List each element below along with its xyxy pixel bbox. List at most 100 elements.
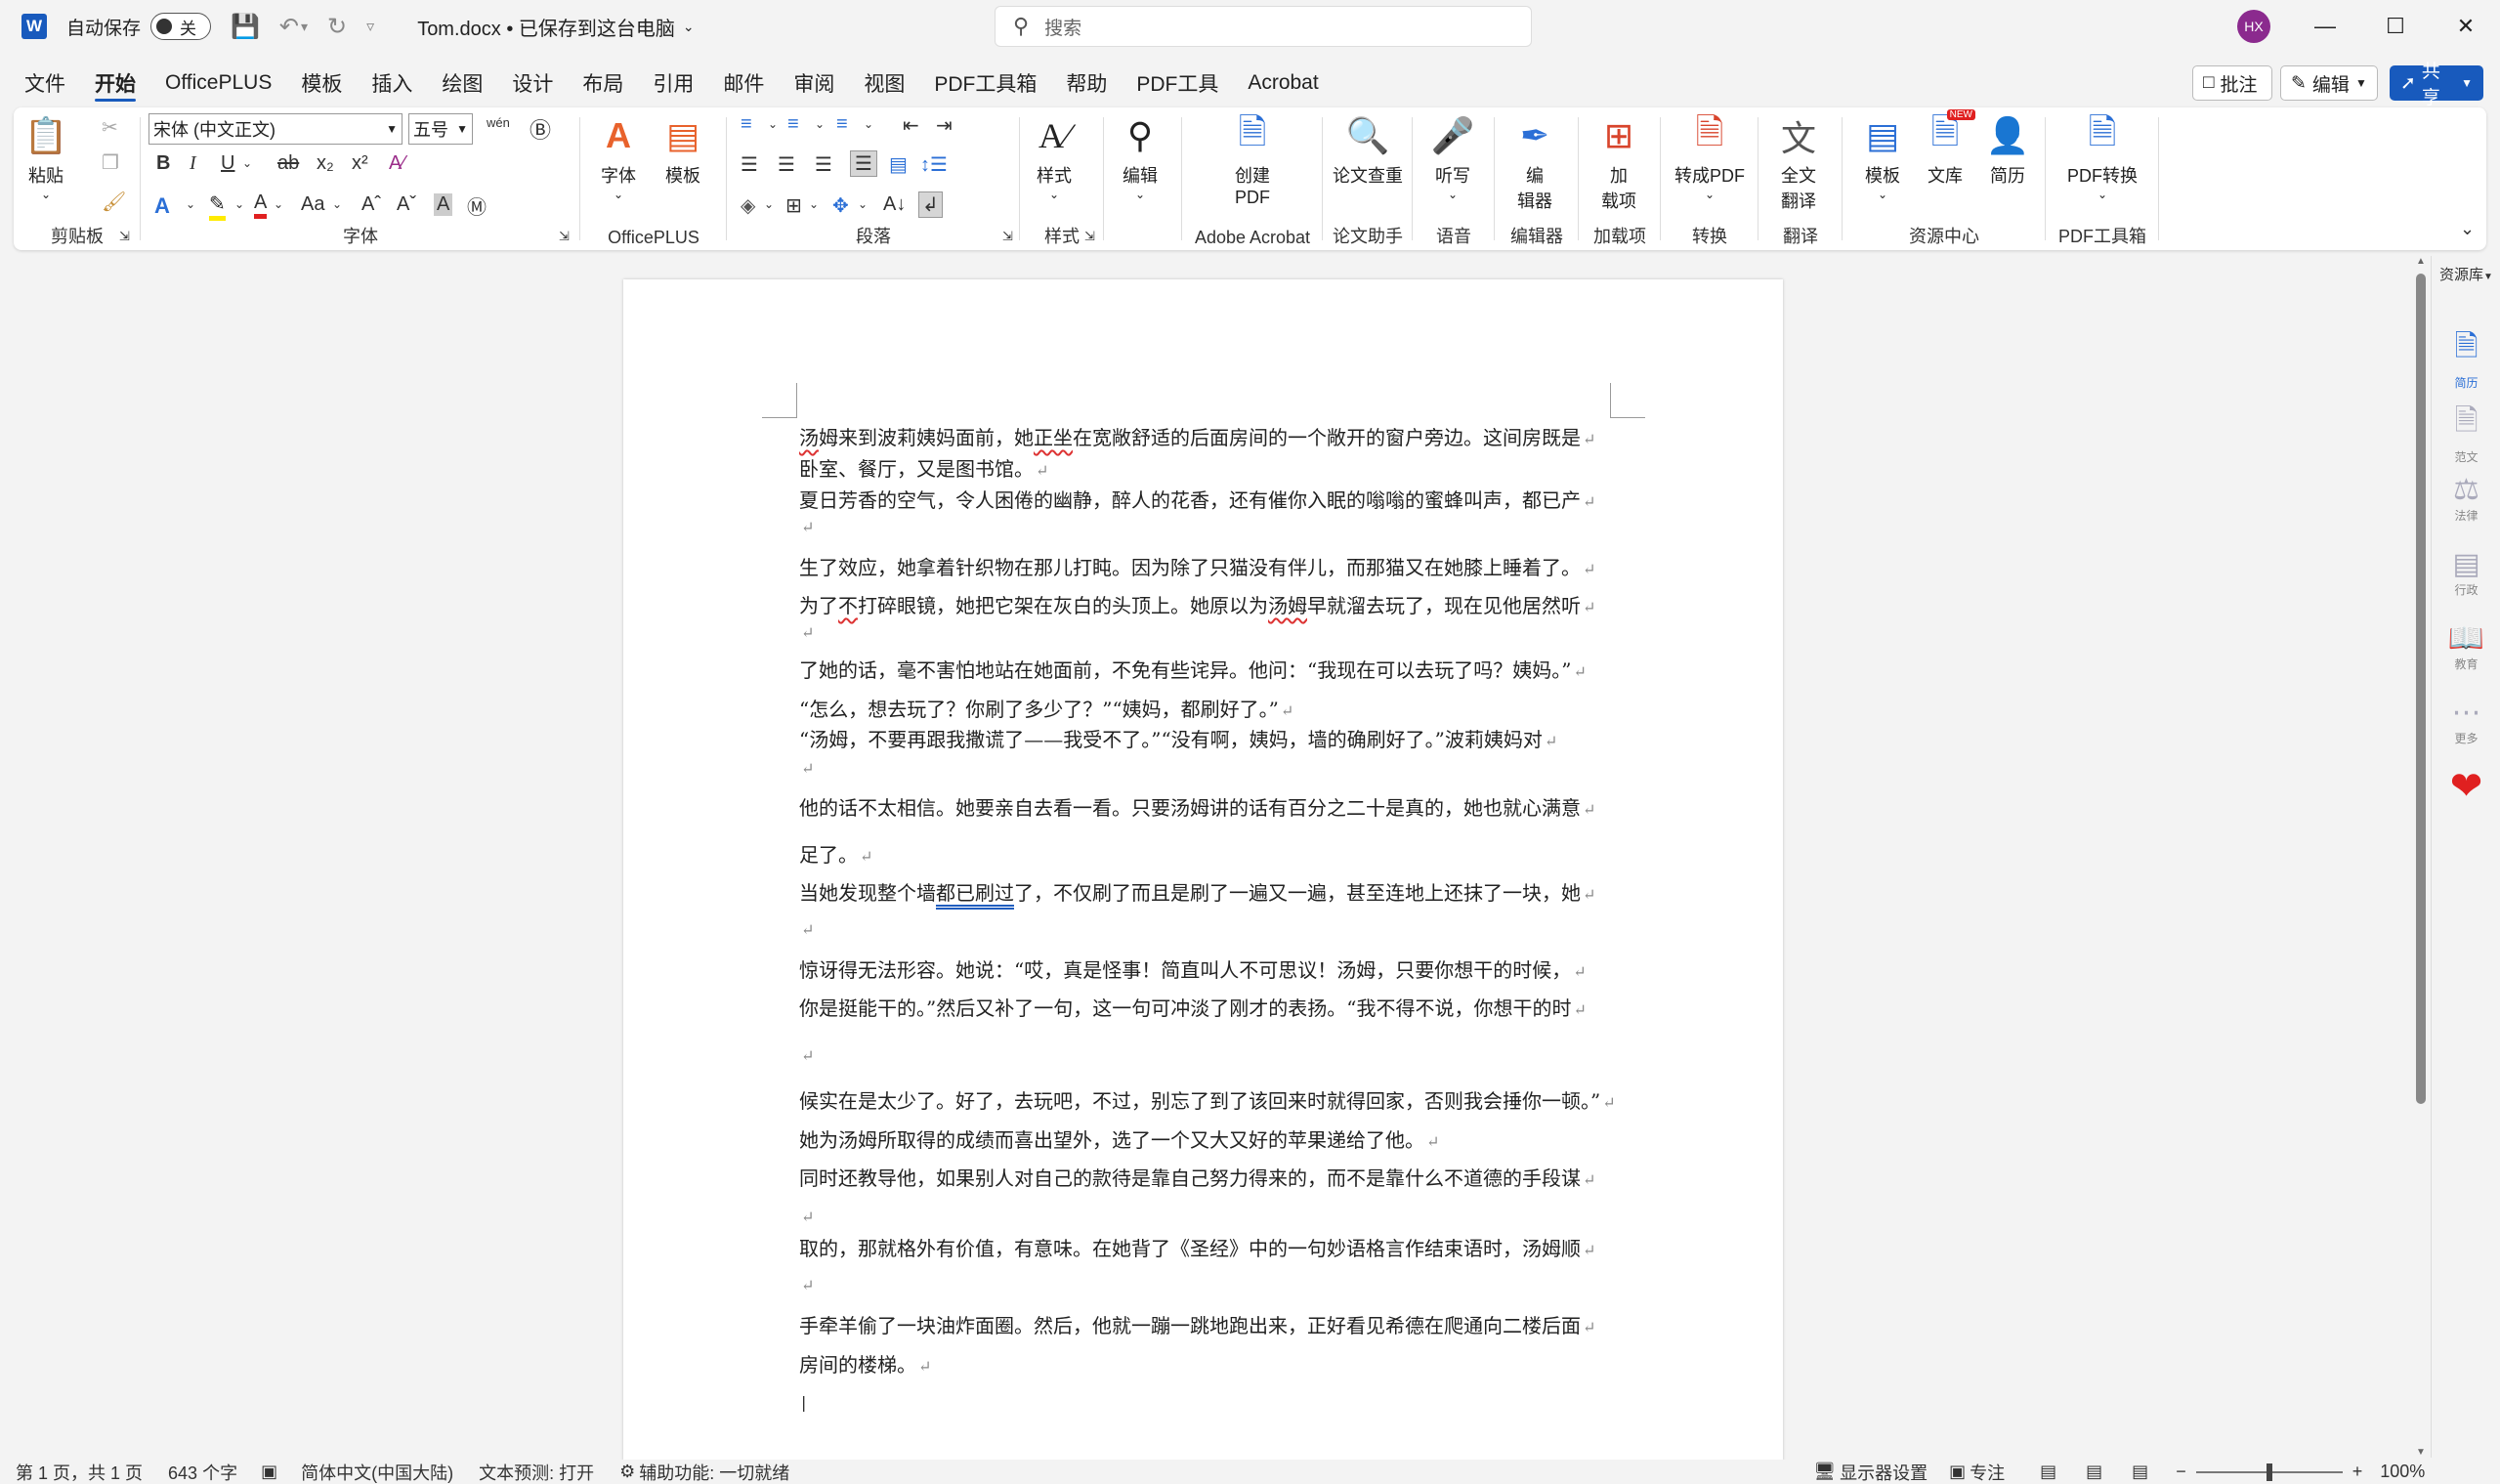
font-name-select[interactable]: 宋体 (中文正文) ▼ [148, 113, 403, 145]
translate-button[interactable]: 文 全文 翻译 [1774, 113, 1823, 213]
chevron-down-icon[interactable]: ⌄ [234, 197, 244, 211]
document-line[interactable]: “汤姆，不要再跟我撒谎了——我受不了。”“没有啊，姨妈，墙的确刷好了。”波莉姨妈… [799, 724, 1557, 752]
change-case-icon[interactable]: Aa [301, 193, 324, 216]
borders-icon[interactable]: ⊞ [785, 193, 802, 218]
document-line[interactable]: 足了。 ↵ [799, 839, 872, 868]
tab-help[interactable]: 帮助 [1051, 61, 1122, 106]
language-status[interactable]: 简体中文(中国大陆) [301, 1460, 453, 1484]
web-layout-icon[interactable]: ▤ [2132, 1462, 2148, 1482]
dictate-button[interactable]: 🎤 听写 ⌄ [1428, 113, 1477, 201]
chevron-down-icon[interactable]: ⌄ [186, 197, 195, 211]
character-border-icon[interactable]: Ⓑ [530, 113, 551, 145]
strikethrough-icon[interactable]: ab [277, 152, 299, 175]
cut-icon[interactable]: ✂ [102, 115, 118, 140]
document-line[interactable]: 夏日芳香的空气，令人困倦的幽静，醉人的花香，还有催你入眠的嗡嗡的蜜蜂叫声，都已产… [799, 485, 1595, 513]
addins-button[interactable]: ⊞ 加 载项 [1594, 113, 1643, 213]
tab-pdf-tools[interactable]: PDF工具 [1122, 61, 1233, 106]
undo-icon[interactable]: ↶ [279, 13, 299, 41]
redo-icon[interactable]: ↻ [327, 13, 347, 41]
resume-button[interactable]: 👤 简历 [1981, 113, 2034, 188]
chevron-down-icon[interactable]: ⌄ [764, 197, 774, 211]
sort-icon[interactable]: A↓ [883, 193, 906, 216]
dialog-launcher-icon[interactable]: ⇲ [1002, 229, 1013, 244]
proofing-icon[interactable]: ▣ [261, 1462, 277, 1482]
side-panel-title[interactable]: 资源库▼ [2432, 264, 2500, 284]
word-count[interactable]: 643 个字 [168, 1460, 237, 1484]
document-line[interactable]: ↵ [799, 916, 814, 940]
show-marks-icon[interactable]: ↲ [918, 191, 943, 218]
italic-icon[interactable]: I [190, 152, 196, 175]
display-settings[interactable]: 显示器设置 [1840, 1460, 1928, 1484]
bold-icon[interactable]: B [156, 152, 170, 175]
comment-button[interactable]: □ 批注 [2192, 65, 2272, 101]
editor-button[interactable]: ✒ 编 辑器 [1510, 113, 1559, 213]
create-pdf-button[interactable]: 🗎 创建 PDF [1225, 111, 1280, 208]
to-pdf-button[interactable]: 🗎 转成PDF ⌄ [1669, 111, 1751, 202]
tab-acrobat[interactable]: Acrobat [1233, 61, 1333, 106]
dialog-launcher-icon[interactable]: ⇲ [1084, 229, 1095, 244]
align-center-icon[interactable]: ☰ [778, 152, 795, 177]
grow-font-icon[interactable]: Aˆ [361, 193, 381, 216]
character-shading-icon[interactable]: A [434, 193, 453, 216]
chevron-down-icon[interactable]: ⌄ [858, 197, 868, 211]
chevron-down-icon[interactable]: ⌄ [332, 197, 342, 211]
editing-button[interactable]: ⚲ 编辑 ⌄ [1116, 113, 1165, 201]
red-envelope-button[interactable]: ❤ [2432, 764, 2500, 809]
chevron-down-icon[interactable]: ⌄ [815, 117, 825, 131]
templates-button[interactable]: ▤ 模板 ⌄ [1856, 113, 1909, 201]
tab-draw[interactable]: 绘图 [427, 61, 497, 106]
increase-indent-icon[interactable]: ⇥ [936, 113, 953, 138]
zoom-in-icon[interactable]: + [2352, 1462, 2363, 1482]
document-line[interactable]: 卧室、餐厅，又是图书馆。 ↵ [799, 453, 1048, 482]
numbering-icon[interactable]: ≡ [787, 113, 799, 136]
styles-button[interactable]: A⁄ 样式 ⌄ [1030, 113, 1079, 201]
collapse-ribbon-icon[interactable]: ⌄ [2460, 219, 2475, 239]
document-line[interactable]: 取的，那就格外有价值，有意味。在她背了《圣经》中的一句妙语格言作结束语时，汤姆顺… [799, 1233, 1595, 1261]
maximize-icon[interactable]: ☐ [2376, 8, 2415, 45]
subscript-icon[interactable]: x₂ [317, 152, 334, 175]
accessibility-status[interactable]: 辅助功能: 一切就绪 [639, 1460, 789, 1484]
zoom-slider-thumb[interactable] [2266, 1463, 2272, 1481]
document-line[interactable]: | [799, 1389, 806, 1413]
page-count[interactable]: 第 1 页，共 1 页 [16, 1460, 143, 1484]
document-line[interactable]: 惊讶得无法形容。她说：“哎，真是怪事！简直叫人不可思议！汤姆，只要你想干的时候，… [799, 954, 1587, 983]
side-item-education[interactable]: 📖 教育 [2432, 621, 2500, 672]
side-item-more[interactable]: ⋯ 更多 [2432, 696, 2500, 746]
zoom-level[interactable]: 100% [2380, 1462, 2425, 1482]
font-size-select[interactable]: 五号 ▼ [408, 113, 473, 145]
close-icon[interactable]: ✕ [2446, 8, 2485, 45]
scroll-up-icon[interactable]: ▲ [2416, 256, 2426, 267]
editing-mode-button[interactable]: ✎ 编辑 ▼ [2280, 65, 2378, 101]
document-line[interactable]: ↵ [799, 1042, 814, 1066]
document-line[interactable]: ↵ [799, 1272, 814, 1295]
template-button[interactable]: ▤ 模板 [658, 113, 707, 188]
clear-formatting-icon[interactable]: A⁄ [389, 152, 405, 175]
avatar[interactable]: HX [2237, 10, 2270, 43]
font-button[interactable]: A 字体 ⌄ [594, 113, 643, 201]
document-line[interactable]: 了她的话，毫不害怕地站在她面前，不免有些诧异。他问：“我现在可以去玩了吗？姨妈。… [799, 655, 1587, 683]
document-line[interactable]: 同时还教导他，如果别人对自己的款待是靠自己努力得来的，而不是靠什么不道德的手段谋… [799, 1163, 1595, 1191]
document-line[interactable]: ↵ [799, 514, 814, 537]
tab-template[interactable]: 模板 [286, 61, 357, 106]
dialog-launcher-icon[interactable]: ⇲ [559, 229, 570, 244]
undo-dropdown-icon[interactable]: ▾ [301, 19, 308, 35]
customize-qat-icon[interactable]: ▿ [366, 17, 374, 36]
document-title[interactable]: Tom.docx • 已保存到这台电脑 [417, 13, 675, 41]
read-mode-icon[interactable]: ▤ [2040, 1462, 2056, 1482]
document-line[interactable]: 房间的楼梯。 ↵ [799, 1349, 931, 1378]
tab-design[interactable]: 设计 [497, 61, 568, 106]
line-spacing-icon[interactable]: ↕☰ [920, 152, 948, 177]
document-line[interactable]: 她为汤姆所取得的成绩而喜出望外，选了一个又大又好的苹果递给了他。 ↵ [799, 1124, 1439, 1153]
tab-layout[interactable]: 布局 [568, 61, 638, 106]
asian-layout-icon[interactable]: ✥ [832, 193, 849, 218]
document-page[interactable] [623, 279, 1783, 1462]
side-item-sample[interactable]: 🗎 范文 [2432, 399, 2500, 465]
chevron-down-icon[interactable]: ⌄ [809, 197, 819, 211]
document-line[interactable]: 他的话不太相信。她要亲自去看一看。只要汤姆讲的话有百分之二十是真的，她也就心满意… [799, 792, 1595, 821]
text-prediction-status[interactable]: 文本预测: 打开 [479, 1460, 594, 1484]
autosave-toggle[interactable]: 关 [150, 13, 212, 40]
tab-references[interactable]: 引用 [638, 61, 708, 106]
document-line[interactable]: 你是挺能干的。”然后又补了一句，这一句可冲淡了刚才的表扬。“我不得不说，你想干的… [799, 993, 1587, 1021]
side-item-resume[interactable]: 🗎 简历 [2432, 324, 2500, 391]
justify-icon[interactable]: ☰ [850, 150, 877, 177]
